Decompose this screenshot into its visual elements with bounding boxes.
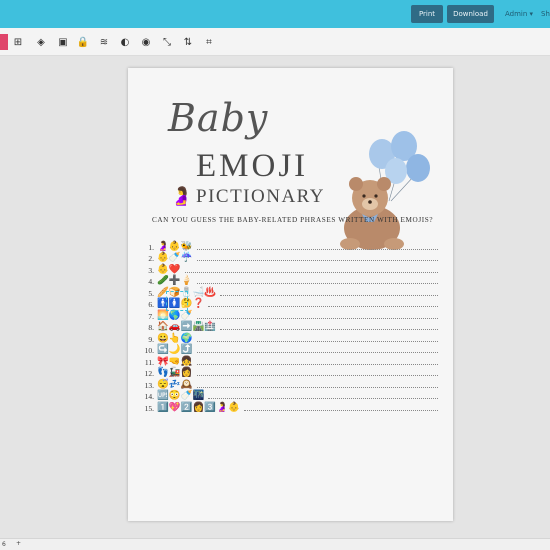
lock-icon[interactable]: 🔒 [77,36,89,48]
title-pictionary[interactable]: PICTIONARY [196,186,325,208]
layers-icon[interactable]: ◈ [35,36,47,48]
question-row[interactable]: 13. 😴💤🕰️ [142,378,438,390]
question-list: 1. 🤰👶🐝 2. 👶🍼☔ 3. 👶❤️ 4. 🥒➕🍦 5. 🥖🍞🧂🛁♨️ 6. 🚹🚺🤔❓ 7. 🌅🌎🍼 8… [142,240,438,413]
title-baby[interactable]: Baby [168,96,268,140]
active-tool-marker[interactable] [0,34,8,50]
toolbar: ⊞ ◈ ▣ 🔒 ≋ ◐ ◉ ⤡ ⇅ ⌗ [0,28,550,56]
emoji-clue[interactable]: 😴💤🕰️ [157,379,193,390]
status-bar: 6 + [0,538,550,550]
selection-box[interactable] [166,291,188,311]
question-row[interactable]: 12. 👣🚂👩 [142,367,438,378]
question-number: 7. [148,311,154,321]
question-number: 11. [144,357,154,367]
title-emoji[interactable]: EMOJI [196,148,308,185]
adjust-icon[interactable]: ⇅ [182,36,194,48]
answer-line [196,352,438,353]
add-button[interactable]: + [16,540,21,547]
answer-line [184,271,438,273]
emoji-clue[interactable]: 1️⃣💖2️⃣👩3️⃣🤰👶 [157,402,240,413]
answer-line [196,340,438,342]
question-row[interactable]: 3. 👶❤️ [142,263,438,275]
answer-line [196,317,438,319]
emoji-clue[interactable]: 🏠🚗➡️🛣️🏥 [157,321,216,332]
canvas-area: Baby EMOJI 🤰 PICTIONARY Can you guess th… [0,56,550,538]
resize-icon[interactable]: ⤡ [161,36,173,48]
emoji-clue[interactable]: 😀👆🌍 [157,333,193,344]
question-row[interactable]: 2. 👶🍼☔ [142,252,438,263]
question-row[interactable]: 15. 1️⃣💖2️⃣👩3️⃣🤰👶 [142,401,438,413]
answer-line [196,248,438,250]
question-number: 10. [144,346,154,355]
print-button[interactable]: Print [411,5,443,23]
download-button[interactable]: Download [447,5,494,23]
question-row[interactable]: 14. 🆙😳🍼🌃 [142,390,438,401]
emoji-clue[interactable]: ↪️🌙⤴️ [157,344,193,355]
emoji-clue[interactable]: 👶❤️ [157,264,181,275]
answer-line [196,283,438,284]
question-row[interactable]: 9. 😀👆🌍 [142,332,438,344]
answer-line [208,398,438,399]
image-icon[interactable]: ▣ [57,36,69,48]
emoji-clue[interactable]: 👶🍼☔ [157,252,193,263]
answer-line [196,386,438,388]
emoji-clue[interactable]: 🌅🌎🍼 [157,310,193,321]
emoji-clue[interactable]: 🤰👶🐝 [157,241,193,252]
emoji-clue[interactable]: 🎀🤜👧 [157,356,193,367]
question-number: 3. [148,265,154,275]
opacity-icon[interactable]: ◉ [140,36,152,48]
question-number: 13. [144,380,154,390]
answer-line [196,375,438,376]
question-row[interactable]: 10. ↪️🌙⤴️ [142,344,438,355]
question-number: 14. [144,392,154,401]
question-row[interactable]: 4. 🥒➕🍦 [142,275,438,286]
question-number: 9. [148,334,154,344]
subtitle[interactable]: Can you guess the baby-related phrases w… [152,216,452,224]
emoji-clue[interactable]: 🆙😳🍼🌃 [157,390,204,401]
top-bar: Print Download Admin ▾ Sh [0,0,550,28]
question-row[interactable]: 8. 🏠🚗➡️🛣️🏥 [142,321,438,332]
emoji-clue[interactable]: 🥒➕🍦 [157,275,193,286]
answer-line [196,260,438,261]
contrast-icon[interactable]: ◐ [119,36,131,48]
emoji-clue[interactable]: 👣🚂👩 [157,367,193,378]
answer-line [208,306,438,307]
add-page-icon[interactable]: ⊞ [12,36,24,48]
teddy-bear-balloons-icon[interactable] [334,126,434,256]
share-link[interactable]: Sh [541,10,550,18]
question-row[interactable]: 11. 🎀🤜👧 [142,355,438,367]
answer-line [220,329,438,330]
page-indicator: 6 [2,541,6,548]
question-number: 2. [148,254,154,263]
answer-line [196,363,438,365]
stack-icon[interactable]: ≋ [98,36,110,48]
answer-line [243,409,438,411]
answer-line [220,294,438,296]
question-number: 15. [144,403,154,413]
crop-icon[interactable]: ⌗ [203,36,215,48]
question-number: 4. [148,277,154,286]
pregnant-woman-icon[interactable]: 🤰 [170,186,192,207]
question-number: 1. [148,242,154,252]
admin-menu[interactable]: Admin ▾ [505,10,533,18]
question-number: 12. [144,369,154,378]
question-row[interactable]: 1. 🤰👶🐝 [142,240,438,252]
question-number: 6. [148,300,154,309]
question-number: 8. [148,323,154,332]
question-number: 5. [148,288,154,298]
